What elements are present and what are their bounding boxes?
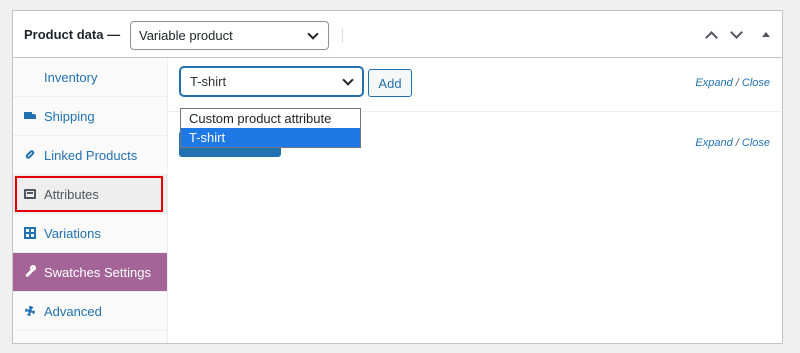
chevron-down-icon [307,28,319,40]
tab-swatches-settings[interactable]: Swatches Settings [13,253,167,292]
tag-icon [24,71,36,83]
triangle-up-icon [762,32,770,37]
product-data-panel: Product data — Variable product Inventor… [12,10,783,344]
expand-link[interactable]: Expand [695,137,732,149]
tab-linked-products[interactable]: Linked Products [13,136,167,175]
tab-attributes[interactable]: Attributes [13,175,167,214]
tab-advanced[interactable]: Advanced [13,292,167,331]
chevron-down-icon [730,26,743,39]
attribute-select[interactable]: T-shirt [180,67,363,96]
tab-label: Swatches Settings [44,264,151,280]
product-type-select[interactable]: Variable product [130,21,329,50]
move-down-button[interactable] [727,25,747,45]
chevron-up-icon [705,31,718,44]
tab-inventory[interactable]: Inventory [13,58,167,97]
product-type-value: Variable product [139,28,233,43]
tab-label: Attributes [44,186,99,202]
link-separator: / [735,77,739,89]
link-separator: / [735,137,739,149]
tab-label: Advanced [44,303,102,319]
expand-link[interactable]: Expand [695,77,732,89]
dropdown-option-custom-attribute[interactable]: Custom product attribute [181,109,360,128]
tab-label: Shipping [44,108,95,124]
gear-icon [24,305,36,317]
add-attribute-button[interactable]: Add [368,69,412,97]
panel-title: Product data — [24,27,121,42]
link-icon [24,149,36,161]
chevron-down-icon [342,74,354,86]
attributes-icon [24,188,36,200]
tab-shipping[interactable]: Shipping [13,97,167,136]
attribute-select-value: T-shirt [190,74,227,89]
expand-close-links-top: Expand / Close [695,77,770,89]
close-link[interactable]: Close [742,137,770,149]
panel-header: Product data — Variable product [13,11,782,58]
expand-close-links-bottom: Expand / Close [695,137,770,149]
tab-variations[interactable]: Variations [13,214,167,253]
header-divider [342,28,343,43]
dropdown-option-t-shirt[interactable]: T-shirt [181,128,360,147]
tab-label: Variations [44,225,101,241]
move-up-button[interactable] [702,25,722,45]
tab-label: Inventory [44,69,98,85]
wrench-icon [24,265,36,278]
product-data-tabs: Inventory Shipping Linked Products Attri… [13,58,168,343]
toggle-panel-button[interactable] [758,25,778,45]
tab-label: Linked Products [44,147,138,163]
truck-icon [24,110,36,122]
attributes-toolbar: T-shirt Add Expand / Close [167,58,782,112]
attribute-dropdown-list: Custom product attribute T-shirt [180,108,361,148]
attributes-panel: T-shirt Add Expand / Close Save attribut… [167,58,782,343]
grid-icon [24,227,36,239]
close-link[interactable]: Close [742,77,770,89]
